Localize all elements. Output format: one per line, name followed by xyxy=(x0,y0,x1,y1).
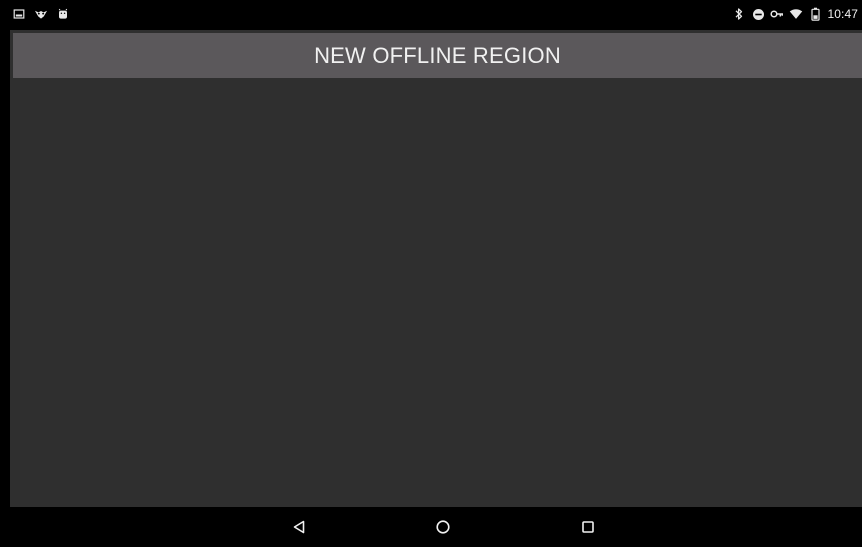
home-button[interactable] xyxy=(433,517,453,537)
screenshot-icon xyxy=(12,7,26,21)
status-left-icons xyxy=(12,5,70,23)
recents-square-icon xyxy=(582,521,594,533)
navigation-bar xyxy=(0,507,862,547)
home-circle-icon xyxy=(436,520,450,534)
android-icon xyxy=(56,7,70,21)
top-app-bar: NEW OFFLINE REGION xyxy=(13,33,862,78)
back-triangle-icon xyxy=(293,520,305,534)
status-right-icons: 10:47 xyxy=(732,5,858,23)
status-clock: 10:47 xyxy=(827,7,858,21)
bluetooth-icon xyxy=(732,7,746,21)
vpn-key-icon xyxy=(770,7,784,21)
recents-button[interactable] xyxy=(578,517,598,537)
page-title: NEW OFFLINE REGION xyxy=(314,42,561,68)
do-not-disturb-icon xyxy=(751,7,765,21)
wifi-icon xyxy=(789,7,803,21)
android-screen: 10:47 NEW OFFLINE REGION xyxy=(0,0,862,547)
status-bar: 10:47 xyxy=(0,0,862,30)
owl-icon xyxy=(34,7,48,21)
back-button[interactable] xyxy=(289,517,309,537)
app-window: NEW OFFLINE REGION xyxy=(10,30,862,507)
offline-region-content xyxy=(10,78,862,507)
battery-icon xyxy=(808,7,822,21)
